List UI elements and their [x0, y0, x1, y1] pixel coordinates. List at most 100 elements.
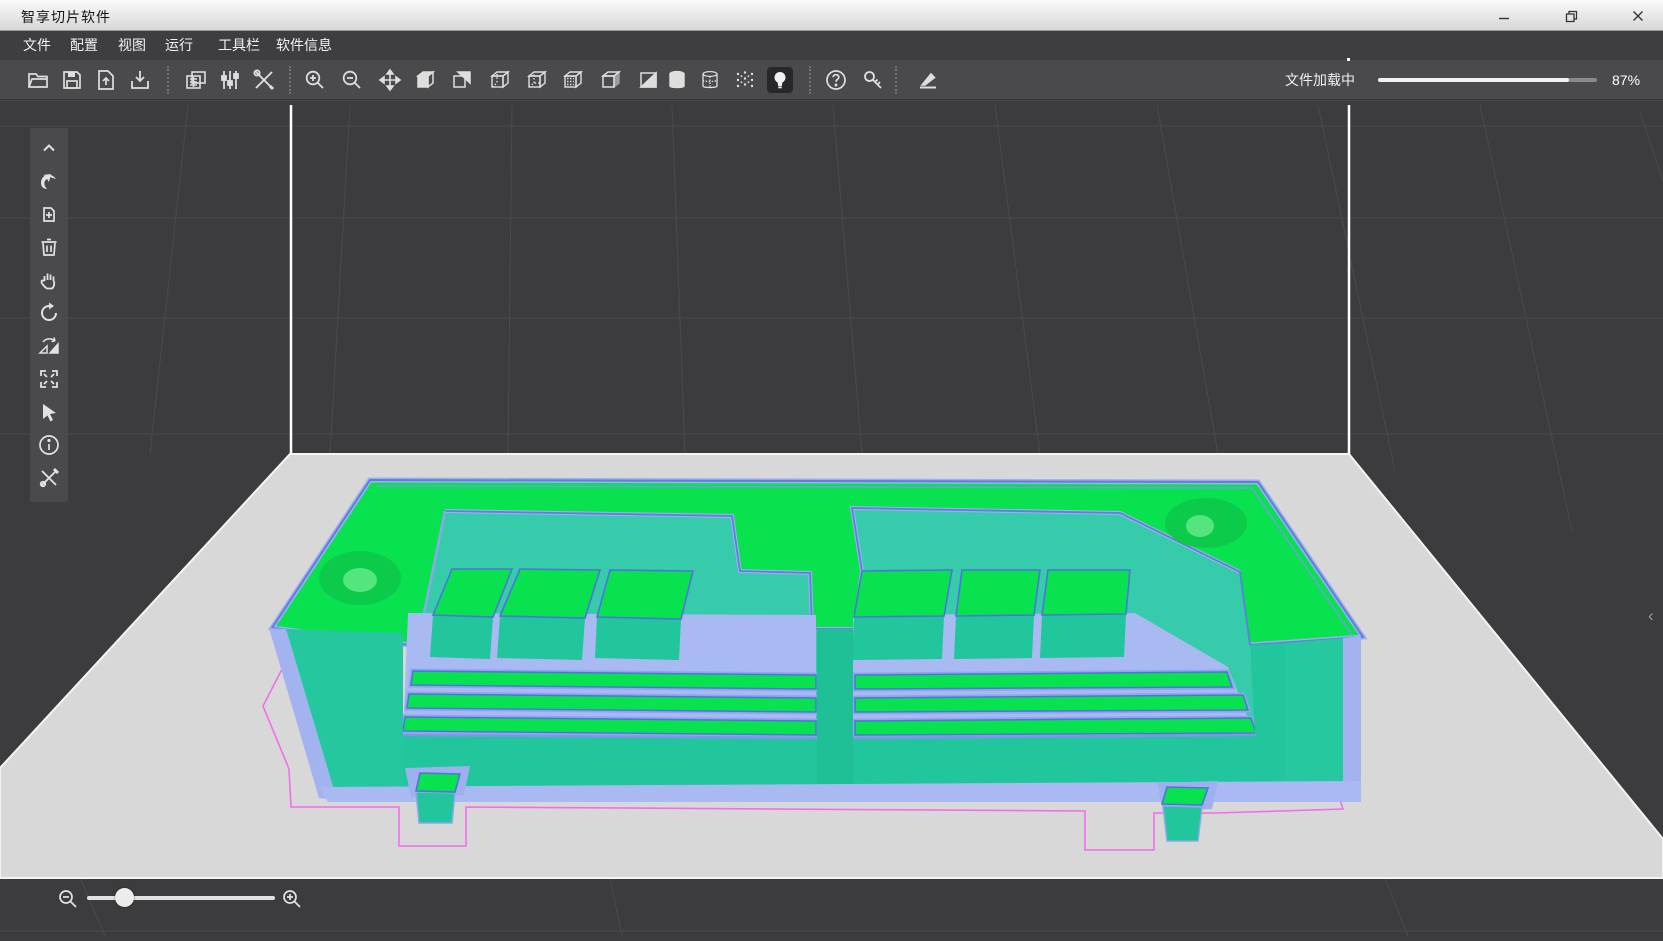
toolbar-separator — [167, 66, 169, 94]
model-info-button[interactable] — [36, 432, 62, 458]
slice-blade-button[interactable] — [915, 67, 941, 93]
build-volume-tick-mid — [1347, 58, 1350, 61]
blade-icon — [916, 68, 940, 92]
export-file-button[interactable] — [93, 67, 119, 93]
repair-tools-button[interactable] — [36, 465, 62, 491]
minimize-button[interactable] — [1487, 4, 1521, 28]
restore-button[interactable] — [1554, 4, 1588, 28]
model-screw-boss-right — [1165, 498, 1247, 548]
trash-icon — [37, 235, 61, 259]
close-button[interactable] — [1621, 4, 1655, 28]
minimize-icon — [1498, 10, 1510, 22]
undo-button[interactable] — [36, 168, 62, 194]
build-volume-edges — [291, 105, 1349, 454]
viewport-3d[interactable]: ‹ — [0, 100, 1663, 935]
undo-arrow-icon — [37, 169, 61, 193]
zoom-slider-handle[interactable] — [115, 888, 134, 907]
view-point-cloud-button[interactable] — [732, 67, 758, 93]
mirror-scale-button[interactable] — [36, 333, 62, 359]
help-icon — [824, 68, 848, 92]
parameter-settings-button[interactable] — [217, 67, 243, 93]
select-model-button[interactable] — [36, 399, 62, 425]
import-model-button[interactable] — [127, 67, 153, 93]
sliders-icon — [218, 68, 242, 92]
view-hidden-line-button[interactable] — [524, 67, 550, 93]
pan-view-button[interactable] — [36, 267, 62, 293]
help-button[interactable] — [823, 67, 849, 93]
license-key-button[interactable] — [860, 67, 886, 93]
view-transparent-button[interactable] — [598, 67, 624, 93]
progress-bar — [1378, 78, 1597, 82]
save-file-button[interactable] — [59, 67, 85, 93]
restore-icon — [1565, 10, 1578, 23]
collapse-panel-button[interactable] — [36, 135, 62, 161]
machine-settings-button[interactable] — [183, 67, 209, 93]
main-toolbar: 文件加载中 87% — [0, 60, 1663, 100]
view-cylinder-button[interactable] — [664, 67, 690, 93]
menu-file[interactable]: 文件 — [21, 31, 53, 60]
zoom-in-view-button[interactable] — [302, 67, 328, 93]
toolbar-separator — [289, 66, 291, 94]
right-panel-collapse-chevron[interactable]: ‹ — [1648, 606, 1654, 626]
toggle-light-button[interactable] — [767, 67, 793, 93]
progress-percent: 87% — [1612, 60, 1640, 100]
zoom-out-slider-button[interactable] — [55, 886, 81, 912]
zoom-slider-bar — [0, 880, 360, 920]
move-view-button[interactable] — [377, 67, 403, 93]
close-icon — [1632, 10, 1644, 22]
model-left-blocks — [430, 569, 693, 660]
view-dashed-button[interactable] — [560, 67, 586, 93]
duplicate-icon — [37, 202, 61, 226]
cylinder-solid-icon — [665, 68, 689, 92]
rotate-model-button[interactable] — [36, 300, 62, 326]
view-solid-button[interactable] — [412, 67, 438, 93]
cursor-icon — [37, 400, 61, 424]
zoom-out-icon — [57, 888, 79, 910]
cube-hidden-line-icon — [525, 68, 549, 92]
fit-view-button[interactable] — [36, 366, 62, 392]
menu-view[interactable]: 视图 — [116, 31, 148, 60]
zoom-out-view-button[interactable] — [339, 67, 365, 93]
fit-view-icon — [37, 367, 61, 391]
progress-bar-fill — [1378, 78, 1569, 82]
tools-button[interactable] — [251, 67, 277, 93]
cube-half-icon — [637, 68, 661, 92]
duplicate-model-button[interactable] — [36, 201, 62, 227]
delete-model-button[interactable] — [36, 234, 62, 260]
view-cutaway-button[interactable] — [636, 67, 662, 93]
model-right-slots — [855, 672, 1256, 735]
cube-dashed-face-icon — [561, 68, 585, 92]
model-screw-boss-left — [319, 551, 401, 605]
key-icon — [861, 68, 885, 92]
hand-icon — [37, 268, 61, 292]
menu-toolbar[interactable]: 工具栏 — [216, 31, 262, 60]
model-sliced-preview[interactable] — [269, 480, 1363, 841]
toolbar-separator — [895, 66, 897, 94]
model-right-blocks — [852, 570, 1130, 660]
menu-about[interactable]: 软件信息 — [274, 31, 334, 60]
open-file-button[interactable] — [25, 67, 51, 93]
view-wireframe-button[interactable] — [487, 67, 513, 93]
save-floppy-icon — [60, 68, 84, 92]
download-tray-icon — [128, 68, 152, 92]
viewport-canvas[interactable] — [0, 101, 1663, 936]
rotate-icon — [37, 301, 61, 325]
zoom-out-icon — [340, 68, 364, 92]
cube-solid-icon — [413, 68, 437, 92]
menu-run[interactable]: 运行 — [163, 31, 195, 60]
cylinder-wireframe-icon — [698, 68, 722, 92]
progress-label: 文件加载中 — [1285, 60, 1355, 100]
mirror-scale-icon — [37, 334, 61, 358]
cube-open-icon — [599, 68, 623, 92]
left-toolbar — [30, 128, 68, 502]
cube-plane-icon — [450, 68, 474, 92]
view-cylinder-wireframe-button[interactable] — [697, 67, 723, 93]
view-flat-button[interactable] — [449, 67, 475, 93]
menu-config[interactable]: 配置 — [68, 31, 100, 60]
zoom-in-icon — [303, 68, 327, 92]
model-left-slots — [403, 671, 816, 735]
zoom-in-icon — [281, 888, 303, 910]
wrench-screwdriver-icon — [252, 68, 276, 92]
move-arrows-icon — [378, 68, 402, 92]
zoom-in-slider-button[interactable] — [279, 886, 305, 912]
